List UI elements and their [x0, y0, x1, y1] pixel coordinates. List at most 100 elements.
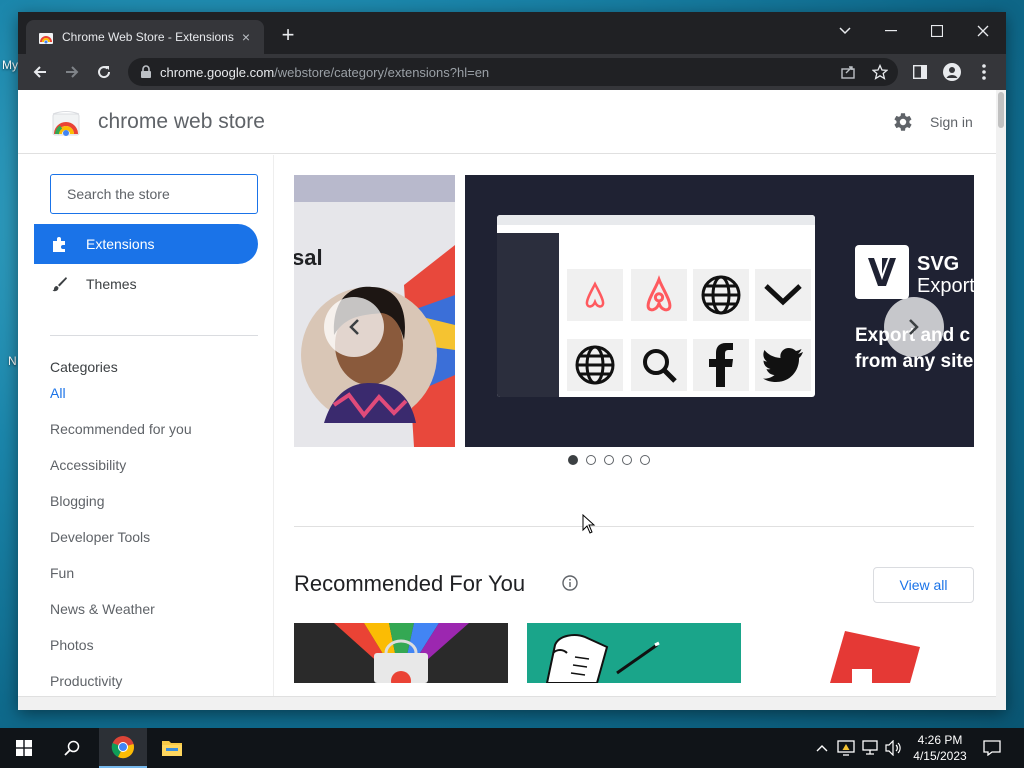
taskbar-chrome[interactable]: [99, 728, 147, 768]
extension-card[interactable]: [760, 623, 974, 683]
tray-overflow-button[interactable]: [814, 738, 830, 758]
scrollbar-thumb[interactable]: [998, 92, 1004, 128]
tab-search-button[interactable]: [822, 16, 868, 46]
airbnb-large-tile: [631, 269, 687, 321]
forward-button[interactable]: [58, 58, 86, 86]
chrome-web-store-logo-icon[interactable]: [52, 110, 80, 136]
info-icon[interactable]: [562, 575, 578, 591]
category-blogging[interactable]: Blogging: [50, 493, 105, 509]
reload-icon: [98, 66, 111, 79]
taskbar-file-explorer[interactable]: [148, 728, 196, 768]
search-icon: [643, 349, 677, 383]
svg-export-title: SVG Export: [917, 253, 974, 297]
address-bar[interactable]: chrome.google.com/webstore/category/exte…: [128, 58, 898, 86]
search-input[interactable]: [50, 174, 258, 214]
tray-volume[interactable]: [884, 738, 904, 758]
start-button[interactable]: [0, 728, 48, 768]
category-photos[interactable]: Photos: [50, 637, 94, 653]
browser-tab[interactable]: Chrome Web Store - Extensions ×: [26, 20, 264, 54]
extension-card[interactable]: [294, 623, 508, 683]
action-center-button[interactable]: [980, 738, 1004, 758]
minimize-icon: [885, 30, 897, 32]
slide-screenshot: [497, 215, 815, 397]
store-sidebar: Extensions Themes Categories All Recomme…: [18, 155, 274, 710]
horizontal-scrollbar[interactable]: [18, 696, 996, 710]
profile-button[interactable]: [938, 58, 966, 86]
back-button[interactable]: [26, 58, 54, 86]
tray-network[interactable]: [860, 738, 882, 758]
system-clock[interactable]: 4:26 PM 4/15/2023: [908, 732, 972, 764]
category-productivity[interactable]: Productivity: [50, 673, 122, 689]
extension-thumbnail: [545, 634, 660, 683]
category-recommended[interactable]: Recommended for you: [50, 421, 192, 437]
side-panel-icon: [913, 65, 927, 79]
category-accessibility[interactable]: Accessibility: [50, 457, 126, 473]
close-window-button[interactable]: [960, 16, 1006, 46]
brush-icon: [50, 274, 70, 294]
side-panel-button[interactable]: [906, 58, 934, 86]
desktop-icon-label[interactable]: N: [8, 354, 17, 368]
folder-icon: [162, 741, 182, 756]
lock-icon: [141, 65, 151, 78]
extension-thumbnail: [334, 623, 469, 683]
extension-card[interactable]: [527, 623, 741, 683]
url-path: /webstore/category/extensions?hl=en: [274, 64, 490, 80]
menu-button[interactable]: [970, 58, 998, 86]
desktop-icon-label[interactable]: My: [2, 58, 18, 72]
carousel-dots: [568, 455, 650, 465]
star-icon[interactable]: [872, 64, 888, 80]
carousel-dot[interactable]: [640, 455, 650, 465]
maximize-button[interactable]: [914, 16, 960, 46]
profile-icon: [943, 63, 961, 81]
recommended-heading: Recommended For You: [294, 571, 526, 596]
category-developer-tools[interactable]: Developer Tools: [50, 529, 150, 545]
browser-window: Chrome Web Store - Extensions × + chrome…: [18, 12, 1006, 710]
new-tab-button[interactable]: +: [276, 24, 300, 48]
gear-icon[interactable]: [890, 110, 914, 134]
more-vert-icon: [982, 64, 986, 80]
search-tile: [631, 339, 687, 391]
category-news-weather[interactable]: News & Weather: [50, 601, 155, 617]
taskbar: 4:26 PM 4/15/2023: [0, 728, 1024, 768]
chevron-down-icon: [839, 27, 851, 35]
view-all-button[interactable]: View all: [873, 567, 974, 603]
carousel-dot[interactable]: [604, 455, 614, 465]
nav-item-themes[interactable]: Themes: [34, 264, 258, 304]
minimize-button[interactable]: [868, 16, 914, 46]
svg-export-logo: [855, 245, 909, 299]
web-page: chrome web store Sign in Extensions Them…: [18, 90, 996, 710]
category-fun[interactable]: Fun: [50, 565, 74, 581]
chevron-tile: [755, 269, 811, 321]
carousel-dot[interactable]: [622, 455, 632, 465]
vertical-scrollbar[interactable]: [996, 90, 1006, 710]
store-main: sal SVG Export c from any site Recommend…: [274, 155, 996, 710]
chevron-left-icon: [349, 319, 359, 335]
category-all[interactable]: All: [50, 385, 66, 401]
store-title[interactable]: chrome web store: [98, 110, 265, 134]
carousel-dot[interactable]: [568, 455, 578, 465]
mouse-cursor-icon: [582, 514, 596, 534]
clock-date: 4/15/2023: [913, 749, 967, 763]
carousel-dot[interactable]: [586, 455, 596, 465]
share-icon[interactable]: [840, 64, 856, 80]
chevron-up-icon: [816, 745, 828, 752]
nav-item-label: Themes: [86, 276, 137, 292]
arrow-left-icon: [33, 66, 46, 78]
twitter-tile: [755, 339, 811, 391]
svg-export-subname: Export: [917, 275, 974, 297]
search-button[interactable]: [48, 728, 96, 768]
tray-security[interactable]: [836, 738, 856, 758]
globe-tile: [567, 339, 623, 391]
globe-icon: [575, 345, 615, 385]
nav-item-extensions[interactable]: Extensions: [34, 224, 258, 264]
chrome-web-store-favicon-icon: [39, 33, 53, 44]
carousel-prev-button[interactable]: [324, 297, 384, 357]
categories-heading: Categories: [50, 359, 118, 375]
carousel-next-button[interactable]: [884, 297, 944, 357]
search-icon: [64, 740, 80, 756]
reload-button[interactable]: [90, 58, 118, 86]
airbnb-icon: [585, 281, 605, 308]
airbnb-icon: [646, 275, 672, 312]
tab-close-icon[interactable]: ×: [238, 29, 254, 45]
sign-in-link[interactable]: Sign in: [930, 114, 973, 130]
